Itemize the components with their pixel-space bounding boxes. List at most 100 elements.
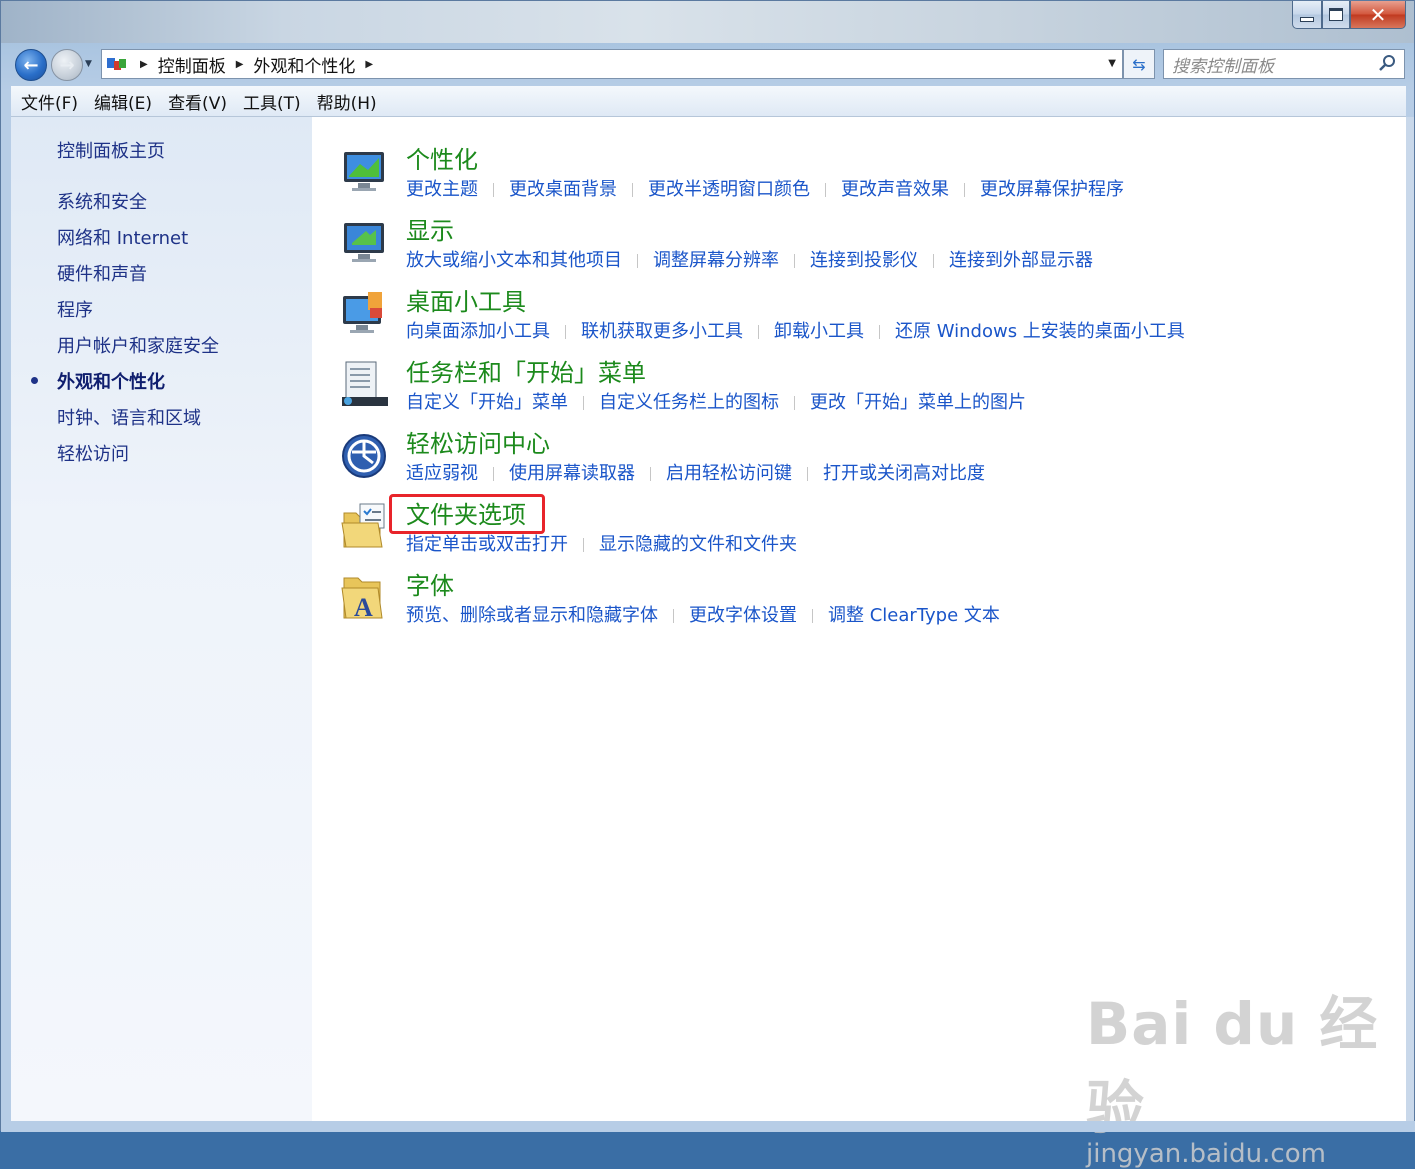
link-external-display[interactable]: 连接到外部显示器	[949, 249, 1093, 273]
link-cleartype[interactable]: 调整 ClearType 文本	[828, 604, 1000, 628]
sidebar-item-ease-of-access[interactable]: 轻松访问	[57, 440, 129, 466]
link-change-start-picture[interactable]: 更改「开始」菜单上的图片	[810, 391, 1026, 415]
link-low-vision[interactable]: 适应弱视	[406, 462, 478, 486]
link-change-background[interactable]: 更改桌面背景	[509, 178, 617, 202]
close-button[interactable]: ✕	[1350, 1, 1406, 29]
sidebar-item-system-security[interactable]: 系统和安全	[57, 188, 147, 214]
breadcrumb-separator-icon[interactable]: ▶	[140, 59, 148, 70]
address-dropdown-icon[interactable]: ▼	[1108, 58, 1116, 69]
link-separator	[879, 325, 880, 339]
category-links: 适应弱视 使用屏幕读取器 启用轻松访问键 打开或关闭高对比度	[406, 462, 985, 486]
category-links: 向桌面添加小工具 联机获取更多小工具 卸载小工具 还原 Windows 上安装的…	[406, 320, 1185, 344]
ease-of-access-icon[interactable]	[340, 430, 390, 480]
category-title[interactable]: 桌面小工具	[406, 286, 526, 318]
link-separator	[758, 325, 759, 339]
breadcrumb-appearance[interactable]: 外观和个性化	[253, 52, 355, 77]
link-add-gadgets[interactable]: 向桌面添加小工具	[406, 320, 550, 344]
link-change-theme[interactable]: 更改主题	[406, 178, 478, 202]
search-icon[interactable]	[1378, 54, 1396, 77]
address-bar[interactable]: ▶ 控制面板 ▶ 外观和个性化 ▶ ▼	[101, 49, 1123, 79]
menu-file[interactable]: 文件(F)	[11, 89, 86, 114]
link-separator	[493, 467, 494, 481]
menu-tools[interactable]: 工具(T)	[235, 89, 309, 114]
link-change-screensaver[interactable]: 更改屏幕保护程序	[980, 178, 1124, 202]
category-title[interactable]: 任务栏和「开始」菜单	[406, 357, 646, 389]
category-links: 自定义「开始」菜单 自定义任务栏上的图标 更改「开始」菜单上的图片	[406, 391, 1026, 415]
close-icon: ✕	[1369, 2, 1387, 27]
link-get-more-gadgets[interactable]: 联机获取更多小工具	[581, 320, 743, 344]
link-uninstall-gadget[interactable]: 卸载小工具	[774, 320, 864, 344]
link-preview-fonts[interactable]: 预览、删除或者显示和隐藏字体	[406, 604, 658, 628]
minimize-button[interactable]	[1292, 1, 1322, 29]
link-separator	[794, 396, 795, 410]
fonts-icon[interactable]: A	[340, 572, 390, 622]
control-panel-window: ✕ ← → ▼ ▶ 控制面板 ▶ 外观和个性化 ▶ ▼ ⇆ 搜索控制面板 文件(…	[0, 0, 1415, 1169]
link-click-open[interactable]: 指定单击或双击打开	[406, 533, 568, 557]
link-change-window-color[interactable]: 更改半透明窗口颜色	[648, 178, 810, 202]
gadgets-icon[interactable]	[340, 288, 390, 338]
sidebar-item-clock-region[interactable]: 时钟、语言和区域	[57, 404, 201, 430]
link-ease-keys[interactable]: 启用轻松访问键	[666, 462, 792, 486]
personalization-icon[interactable]	[340, 146, 390, 196]
link-separator	[650, 467, 651, 481]
sidebar-item-user-accounts[interactable]: 用户帐户和家庭安全	[57, 332, 219, 358]
link-high-contrast[interactable]: 打开或关闭高对比度	[823, 462, 985, 486]
breadcrumb-separator-icon[interactable]: ▶	[365, 59, 373, 70]
forward-button[interactable]: →	[51, 49, 83, 81]
window-controls: ✕	[1292, 1, 1406, 31]
taskbar-icon[interactable]	[340, 359, 390, 409]
category-title[interactable]: 个性化	[406, 144, 478, 176]
link-separator	[493, 183, 494, 197]
menu-edit[interactable]: 编辑(E)	[86, 89, 160, 114]
category-title[interactable]: 字体	[406, 570, 454, 602]
main-content: 个性化 更改主题 更改桌面背景 更改半透明窗口颜色 更改声音效果 更改屏幕保护程…	[312, 117, 1406, 1169]
link-customize-taskbar-icons[interactable]: 自定义任务栏上的图标	[599, 391, 779, 415]
svg-text:A: A	[354, 593, 373, 622]
link-customize-start[interactable]: 自定义「开始」菜单	[406, 391, 568, 415]
link-separator	[964, 183, 965, 197]
category-title[interactable]: 轻松访问中心	[406, 428, 550, 460]
link-text-size[interactable]: 放大或缩小文本和其他项目	[406, 249, 622, 273]
category-links: 放大或缩小文本和其他项目 调整屏幕分辨率 连接到投影仪 连接到外部显示器	[406, 249, 1093, 273]
category-links: 更改主题 更改桌面背景 更改半透明窗口颜色 更改声音效果 更改屏幕保护程序	[406, 178, 1124, 202]
menu-view[interactable]: 查看(V)	[160, 89, 235, 114]
back-arrow-icon: ←	[23, 54, 39, 76]
link-font-settings[interactable]: 更改字体设置	[689, 604, 797, 628]
folder-options-icon[interactable]	[340, 501, 390, 551]
link-change-sounds[interactable]: 更改声音效果	[841, 178, 949, 202]
link-separator	[673, 609, 674, 623]
menu-bar: 文件(F) 编辑(E) 查看(V) 工具(T) 帮助(H)	[11, 86, 1406, 117]
link-separator	[807, 467, 808, 481]
category-title[interactable]: 显示	[406, 215, 454, 247]
link-projector[interactable]: 连接到投影仪	[810, 249, 918, 273]
title-bar	[1, 1, 1414, 43]
highlight-box	[389, 494, 545, 534]
link-show-hidden-files[interactable]: 显示隐藏的文件和文件夹	[599, 533, 797, 557]
sidebar-item-network[interactable]: 网络和 Internet	[57, 224, 188, 250]
refresh-icon: ⇆	[1132, 54, 1146, 74]
maximize-button[interactable]	[1322, 1, 1350, 29]
breadcrumb-separator-icon[interactable]: ▶	[236, 59, 244, 70]
link-restore-gadgets[interactable]: 还原 Windows 上安装的桌面小工具	[895, 320, 1185, 344]
link-separator	[632, 183, 633, 197]
recent-pages-dropdown[interactable]: ▼	[85, 59, 92, 69]
display-icon[interactable]	[340, 217, 390, 267]
sidebar-item-hardware-sound[interactable]: 硬件和声音	[57, 260, 147, 286]
category-taskbar: 任务栏和「开始」菜单 自定义「开始」菜单 自定义任务栏上的图标 更改「开始」菜单…	[312, 357, 1406, 427]
back-button[interactable]: ←	[15, 49, 47, 81]
menu-help[interactable]: 帮助(H)	[309, 89, 385, 114]
sidebar-item-programs[interactable]: 程序	[57, 296, 93, 322]
link-separator	[812, 609, 813, 623]
navigation-bar: ← → ▼ ▶ 控制面板 ▶ 外观和个性化 ▶ ▼ ⇆ 搜索控制面板	[1, 45, 1414, 83]
control-panel-icon	[106, 55, 130, 73]
search-input[interactable]: 搜索控制面板	[1163, 49, 1405, 79]
link-separator	[565, 325, 566, 339]
link-resolution[interactable]: 调整屏幕分辨率	[653, 249, 779, 273]
sidebar-item-appearance[interactable]: 外观和个性化	[57, 368, 165, 394]
sidebar-home-link[interactable]: 控制面板主页	[57, 137, 165, 163]
link-screen-reader[interactable]: 使用屏幕读取器	[509, 462, 635, 486]
sidebar: 控制面板主页 系统和安全 网络和 Internet 硬件和声音 程序 用户帐户和…	[11, 117, 312, 1121]
breadcrumb-control-panel[interactable]: 控制面板	[158, 52, 226, 77]
refresh-button[interactable]: ⇆	[1123, 49, 1155, 79]
category-links: 指定单击或双击打开 显示隐藏的文件和文件夹	[406, 533, 797, 557]
